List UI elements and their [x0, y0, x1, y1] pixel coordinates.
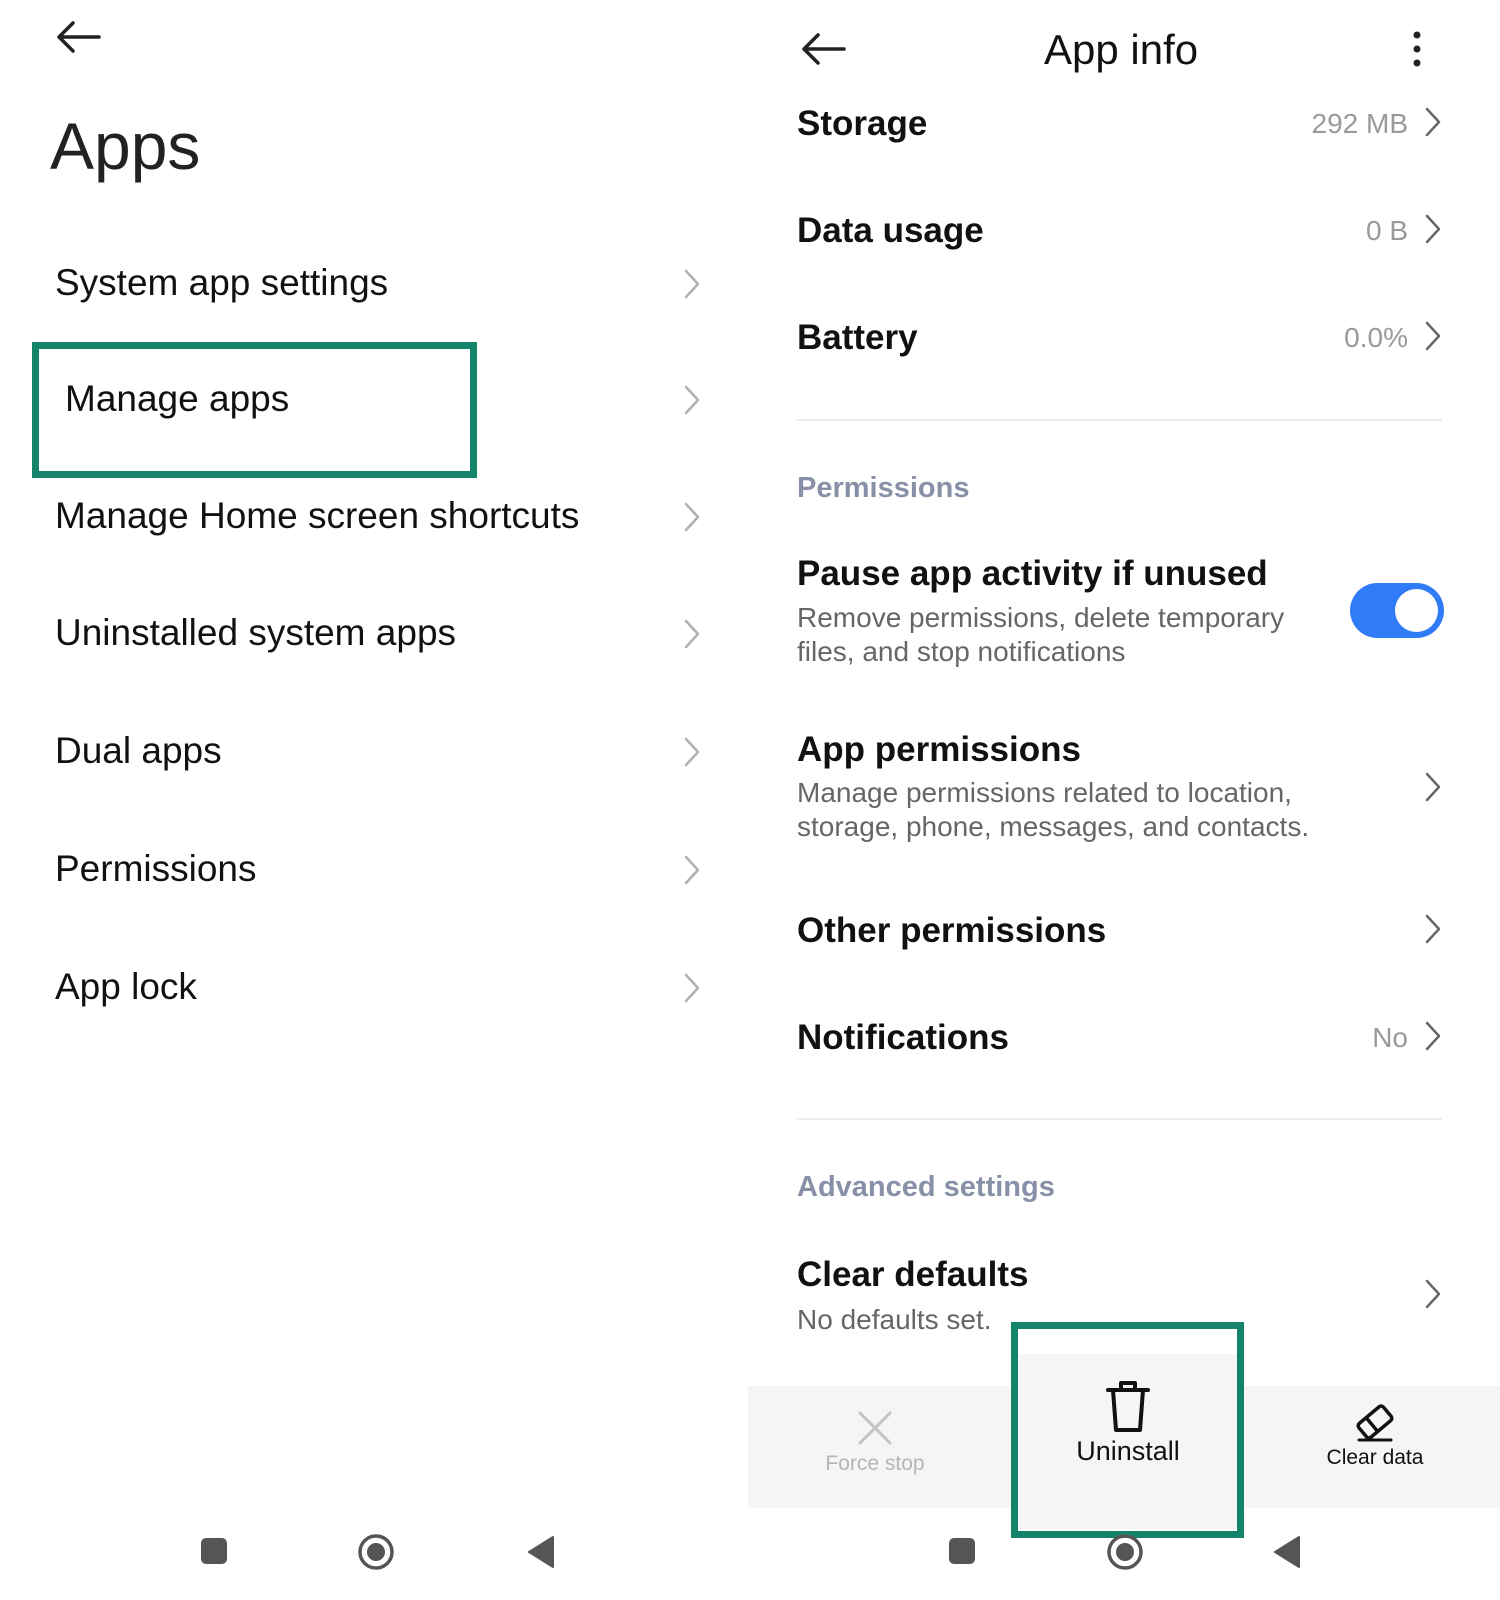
pause-app-title[interactable]: Pause app activity if unused: [797, 554, 1268, 594]
list-item-dual-apps[interactable]: Dual apps: [55, 730, 222, 772]
back-triangle-icon[interactable]: [1273, 1535, 1301, 1569]
chevron-right-icon: [1424, 106, 1442, 138]
home-nav-icon[interactable]: [1106, 1533, 1144, 1571]
back-arrow-icon[interactable]: [800, 32, 846, 66]
app-permissions-subtitle-1: Manage permissions related to location,: [797, 777, 1292, 808]
chevron-right-icon: [1424, 913, 1442, 945]
list-item-uninstalled-system-apps[interactable]: Uninstalled system apps: [55, 612, 456, 654]
square-nav-icon[interactable]: [200, 1537, 228, 1565]
list-item-permissions[interactable]: Permissions: [55, 848, 257, 890]
list-item-label: Manage Home screen shortcuts: [55, 495, 580, 536]
highlight-box-uninstall: [1011, 1322, 1244, 1538]
notifications-value: No: [1372, 1022, 1408, 1053]
list-item-label: App lock: [55, 966, 197, 1007]
close-icon: [810, 1410, 940, 1446]
list-item-label: Uninstalled system apps: [55, 612, 457, 653]
header-title: App info: [1044, 26, 1199, 73]
notifications-title[interactable]: Notifications: [797, 1018, 1009, 1058]
app-permissions-title[interactable]: App permissions: [797, 730, 1081, 770]
chevron-right-icon: [683, 736, 701, 768]
divider: [797, 419, 1442, 421]
toggle-knob: [1395, 589, 1438, 632]
divider: [797, 1118, 1442, 1120]
section-heading-permissions: Permissions: [797, 472, 970, 504]
pause-app-subtitle-1: Remove permissions, delete temporary: [797, 602, 1285, 633]
chevron-right-icon: [683, 854, 701, 886]
force-stop-button[interactable]: Force stop: [810, 1410, 940, 1476]
row-storage[interactable]: Storage: [797, 104, 927, 144]
data-usage-value: 0 B: [1365, 215, 1408, 246]
clear-defaults-title[interactable]: Clear defaults: [797, 1255, 1028, 1295]
other-permissions-title[interactable]: Other permissions: [797, 911, 1106, 951]
home-nav-icon[interactable]: [357, 1533, 395, 1571]
clear-data-button[interactable]: Clear data: [1305, 1400, 1445, 1470]
chevron-right-icon: [683, 268, 701, 300]
chevron-right-icon: [683, 501, 701, 533]
chevron-right-icon: [1424, 771, 1442, 803]
section-heading-advanced-settings: Advanced settings: [797, 1171, 1055, 1203]
row-battery[interactable]: Battery: [797, 318, 918, 358]
chevron-right-icon: [1424, 320, 1442, 352]
back-triangle-icon[interactable]: [527, 1535, 555, 1569]
app-permissions-subtitle-2: storage, phone, messages, and contacts.: [797, 811, 1310, 842]
list-item-manage-home-screen-shortcuts[interactable]: Manage Home screen shortcuts: [55, 495, 579, 537]
battery-value: 0.0%: [1344, 322, 1408, 353]
list-item-label: System app settings: [55, 262, 389, 303]
clear-data-label: Clear data: [1326, 1446, 1424, 1469]
chevron-right-icon: [1424, 1020, 1442, 1052]
eraser-icon: [1305, 1400, 1445, 1444]
pause-app-subtitle-2: files, and stop notifications: [797, 636, 1126, 667]
list-item-label: Dual apps: [55, 730, 222, 771]
chevron-right-icon: [683, 972, 701, 1004]
chevron-right-icon: [683, 384, 701, 416]
more-vert-icon[interactable]: [1412, 30, 1422, 73]
pause-app-toggle[interactable]: [1350, 583, 1444, 638]
page-title: Apps: [50, 109, 201, 183]
clear-defaults-subtitle: No defaults set.: [797, 1304, 992, 1335]
list-item-system-app-settings[interactable]: System app settings: [55, 262, 388, 304]
list-item-app-lock[interactable]: App lock: [55, 966, 197, 1008]
list-item-label: Permissions: [55, 848, 257, 889]
force-stop-label: Force stop: [825, 1452, 925, 1475]
highlight-box-manage-apps: [32, 342, 477, 478]
storage-value: 292 MB: [1311, 108, 1409, 139]
square-nav-icon[interactable]: [948, 1537, 976, 1565]
chevron-right-icon: [683, 618, 701, 650]
chevron-right-icon: [1424, 213, 1442, 245]
back-arrow-icon[interactable]: [55, 20, 101, 54]
row-data-usage[interactable]: Data usage: [797, 211, 984, 251]
chevron-right-icon: [1424, 1278, 1442, 1310]
